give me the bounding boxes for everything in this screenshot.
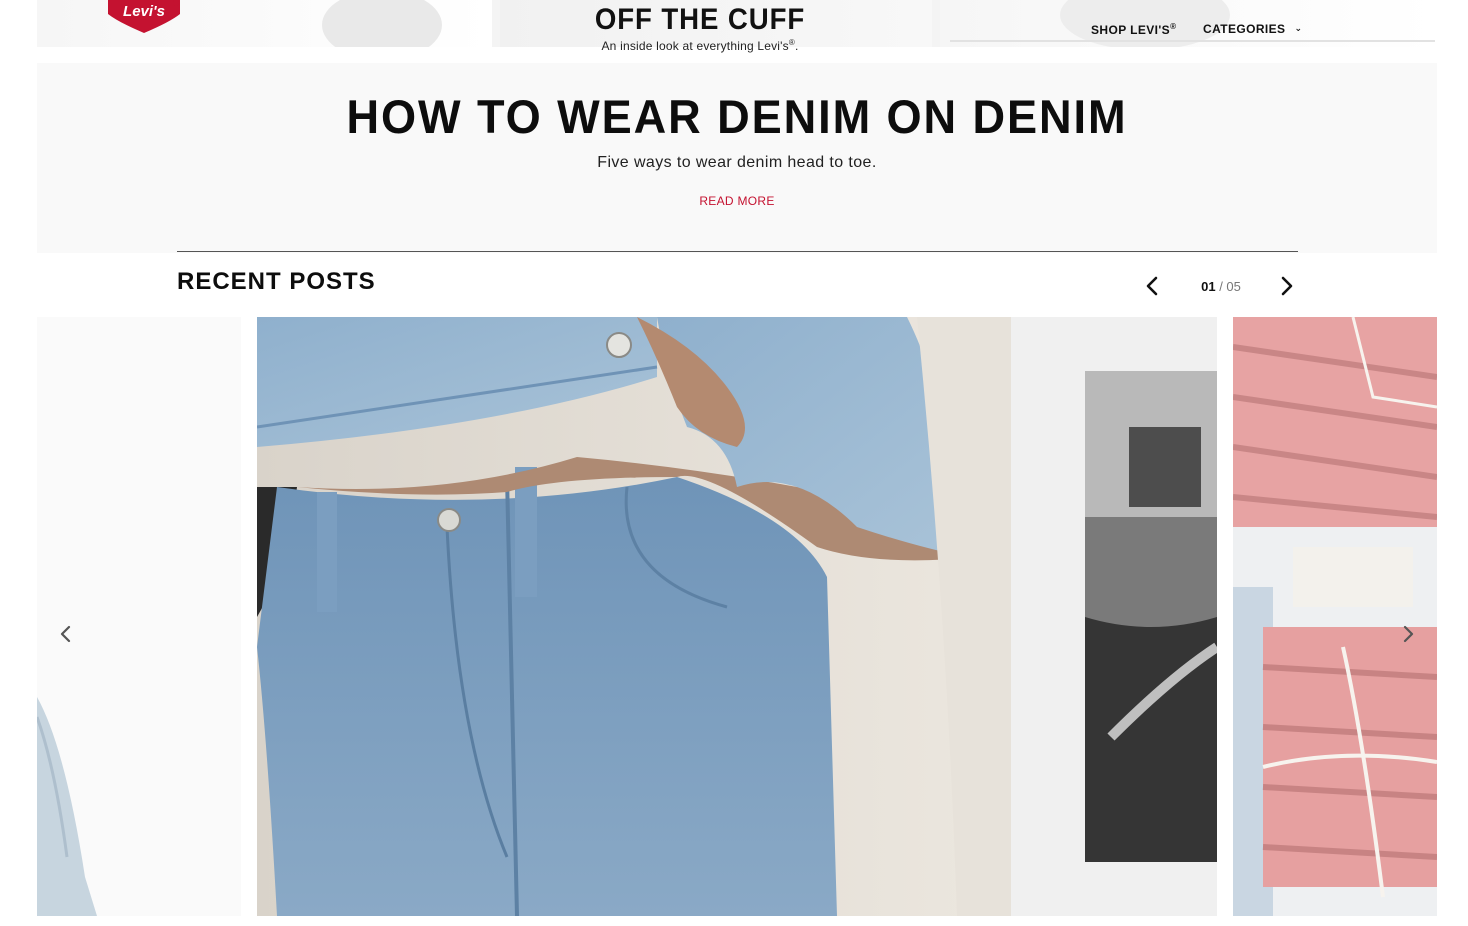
chevron-left-icon: [1146, 276, 1158, 296]
section-divider: [177, 251, 1298, 252]
pagination-prev-button[interactable]: [1143, 276, 1163, 296]
post-image-wrapped-gifts: [1233, 317, 1437, 916]
post-image-denim-jacket-jeans: [257, 317, 1011, 916]
carousel-prev-arrow[interactable]: [55, 623, 77, 645]
post-card-previous[interactable]: [37, 317, 241, 916]
nav-categories[interactable]: CATEGORIES ⌄: [1203, 22, 1302, 36]
feature-title: HOW TO WEAR DENIM ON DENIM: [346, 90, 1128, 143]
svg-text:Levi's: Levi's: [123, 3, 165, 20]
post-card-featured[interactable]: [257, 317, 1011, 916]
post-card-gift-wrap[interactable]: [1233, 317, 1437, 916]
post-image-jacket-sleeve: [37, 317, 241, 916]
nav-shop-levis[interactable]: SHOP LEVI'S®: [1091, 22, 1176, 37]
site-title: OFF THE CUFF: [594, 3, 806, 36]
feature-banner: HOW TO WEAR DENIM ON DENIM Five ways to …: [37, 63, 1437, 253]
chevron-right-icon: [1281, 276, 1293, 296]
feature-subtitle: Five ways to wear denim head to toe.: [597, 154, 877, 171]
header-background-image-right: [940, 0, 1437, 47]
read-more-link[interactable]: READ MORE: [37, 194, 1437, 208]
post-card-bw-street[interactable]: [1011, 317, 1217, 916]
carousel-next-arrow[interactable]: [1397, 623, 1419, 645]
chevron-down-icon: ⌄: [1294, 23, 1303, 33]
pagination-next-button[interactable]: [1276, 276, 1296, 296]
levis-logo[interactable]: Levi's: [106, 0, 182, 33]
recent-posts-heading: RECENT POSTS: [177, 268, 376, 295]
chevron-right-icon: [1403, 625, 1414, 643]
pagination-counter: 01 / 05: [1201, 279, 1241, 294]
chevron-left-icon: [60, 625, 71, 643]
site-subtitle: An inside look at everything Levi's®.: [601, 38, 799, 53]
post-image-street-scene: [1011, 317, 1217, 916]
